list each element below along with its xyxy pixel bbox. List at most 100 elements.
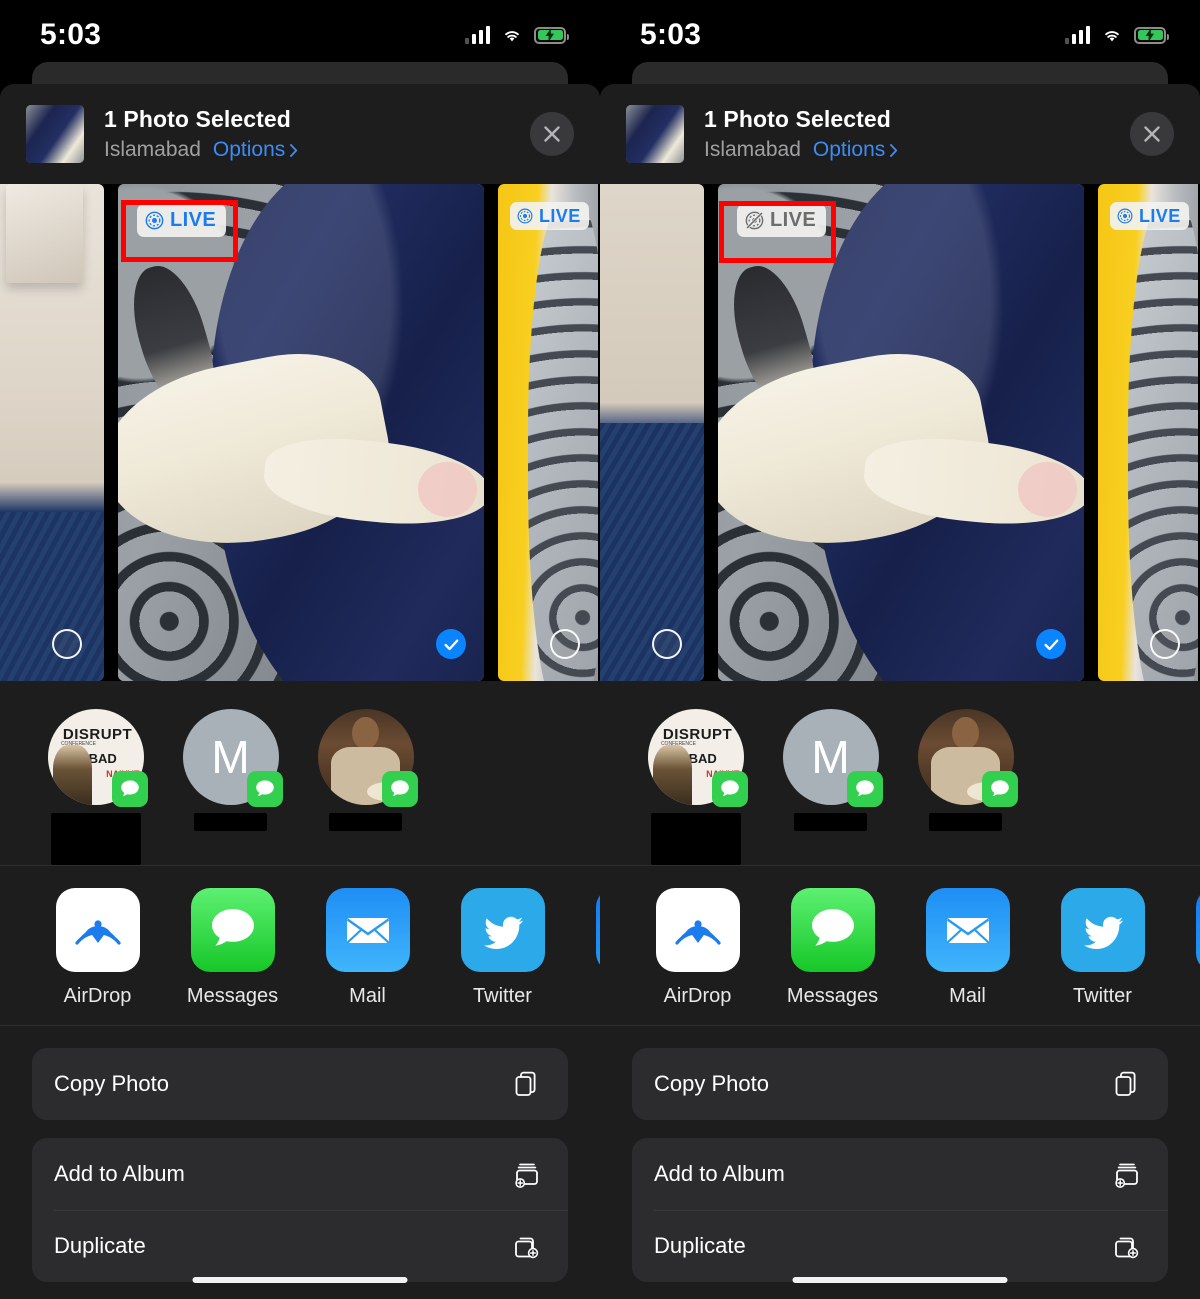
wifi-icon [1105,30,1119,41]
share-app-label: Messages [186,985,279,1007]
close-button[interactable] [1130,112,1174,156]
share-app-messages[interactable]: Messages [765,888,900,1008]
selection-circle[interactable] [550,629,580,659]
share-app-label: AirDrop [63,985,132,1007]
photo-thumbnail-next[interactable]: LIVE [1098,184,1198,681]
avatar: M [782,709,883,807]
redacted-contact-name [650,813,741,865]
live-photo-icon [1117,208,1133,224]
action-label: Duplicate [654,1233,746,1258]
contact-item[interactable] [898,709,1033,831]
duplicate-icon [1112,1231,1142,1261]
options-link[interactable]: Options [813,138,898,162]
selection-circle[interactable] [1150,629,1180,659]
suggested-contacts-row[interactable]: DISRUPTCONFERENCEAMABADNAIYYE M [600,681,1200,866]
status-bar-clock: 5:03 [640,18,702,51]
share-sheet: 1 Photo Selected Islamabad Options LIVE … [600,84,1200,1299]
photo-thumbnail-next[interactable]: LIVE [498,184,598,681]
action-row-add-to-album[interactable]: Add to Album [632,1138,1168,1210]
home-indicator[interactable] [192,1277,408,1283]
status-bar-clock: 5:03 [40,18,102,51]
live-photo-badge[interactable]: LIVE [510,202,589,230]
photo-strip[interactable]: LIVE LIVE [0,184,600,681]
live-photo-badge[interactable]: LIVE [137,204,227,237]
photo-thumbnail-selected[interactable]: LIVE [118,184,484,681]
action-row-duplicate[interactable]: Duplicate [32,1210,568,1282]
selected-photo-thumbnail[interactable] [626,105,684,163]
selection-checkmark[interactable] [1036,629,1066,659]
cellular-bars-icon [1064,26,1090,44]
status-bar-indicators [1064,26,1169,44]
contact-item[interactable] [298,709,433,831]
action-row-copy-photo[interactable]: Copy Photo [32,1048,568,1120]
selected-photo-thumbnail[interactable] [26,105,84,163]
share-app-airdrop[interactable]: AirDrop [630,888,765,1008]
share-sheet-header-text: 1 Photo Selected Islamabad Options [104,106,530,162]
checkmark-icon [443,638,458,650]
action-group: Add to Album Duplicate [32,1138,568,1282]
contact-item[interactable]: DISRUPTCONFERENCEAMABADNAIYYE [28,709,163,865]
battery-charging-icon [1134,26,1169,44]
contact-item[interactable]: M [163,709,298,831]
share-apps-row[interactable]: AirDrop Messages Mail Twitter [0,866,600,1026]
options-label: Options [212,138,286,161]
live-photo-label: LIVE [1139,205,1181,226]
share-app-mail[interactable]: Mail [900,888,1035,1008]
share-app-twitter[interactable]: Twitter [1035,888,1170,1008]
add-to-album-icon [1112,1159,1142,1189]
status-bar: 5:03 [600,0,1200,70]
action-label: Copy Photo [54,1071,169,1096]
action-group: Add to Album Duplicate [632,1138,1168,1282]
live-photo-icon [517,208,533,224]
contact-item[interactable]: M [763,709,898,831]
share-sheet-header: 1 Photo Selected Islamabad Options [600,84,1200,184]
page-title: 1 Photo Selected [704,106,891,132]
photo-thumbnail-selected[interactable]: LIVE [718,184,1084,681]
options-link[interactable]: Options [213,138,298,162]
photo-strip[interactable]: LIVE LIVE [600,184,1200,681]
share-apps-row[interactable]: AirDrop Messages Mail Twitter [600,866,1200,1026]
checkmark-icon [1043,638,1058,650]
add-to-album-icon [512,1159,542,1189]
battery-charging-icon [534,26,569,44]
screenshot-comparison: 5:03 1 Photo Selected Islamabad Options … [0,0,1200,1299]
close-icon [1144,126,1160,142]
twitter-icon [1083,916,1123,950]
share-app-twitter[interactable]: Twitter [435,888,570,1008]
action-label: Add to Album [54,1161,185,1186]
share-app-facebook[interactable]: Fac [1170,888,1200,1008]
avatar: DISRUPTCONFERENCEAMABADNAIYYE [647,709,748,807]
home-indicator[interactable] [792,1277,1008,1283]
share-app-label: Mail [349,985,386,1007]
panel-right: 5:03 1 Photo Selected Islamabad Options … [600,0,1200,1299]
copy-icon [512,1069,542,1099]
airdrop-icon [674,920,721,945]
duplicate-icon [512,1231,542,1261]
messages-icon [111,771,148,807]
live-photo-badge[interactable]: LIVE [737,204,827,237]
action-row-add-to-album[interactable]: Add to Album [32,1138,568,1210]
photo-thumbnail-previous[interactable] [600,184,704,681]
action-label: Duplicate [54,1233,146,1258]
photo-thumbnail-previous[interactable] [0,184,104,681]
contact-item[interactable]: DISRUPTCONFERENCEAMABADNAIYYE [628,709,763,865]
selection-checkmark[interactable] [436,629,466,659]
cellular-bars-icon [464,26,490,44]
action-row-copy-photo[interactable]: Copy Photo [632,1048,1168,1120]
action-row-duplicate[interactable]: Duplicate [632,1210,1168,1282]
selection-circle[interactable] [52,629,82,659]
share-sheet-header-text: 1 Photo Selected Islamabad Options [704,106,1130,162]
share-app-mail[interactable]: Mail [300,888,435,1008]
selection-circle[interactable] [652,629,682,659]
live-photo-badge[interactable]: LIVE [1110,202,1189,230]
suggested-contacts-row[interactable]: DISRUPTCONFERENCEAMABADNAIYYE M [0,681,600,866]
close-button[interactable] [530,112,574,156]
wifi-icon [505,30,519,41]
chevron-right-icon [290,143,298,157]
share-app-facebook[interactable]: Fac [570,888,600,1008]
photo-location: Islamabad [704,138,801,161]
share-app-messages[interactable]: Messages [165,888,300,1008]
messages-icon [811,909,854,946]
share-app-label: Twitter [1073,985,1132,1007]
share-app-airdrop[interactable]: AirDrop [30,888,165,1008]
